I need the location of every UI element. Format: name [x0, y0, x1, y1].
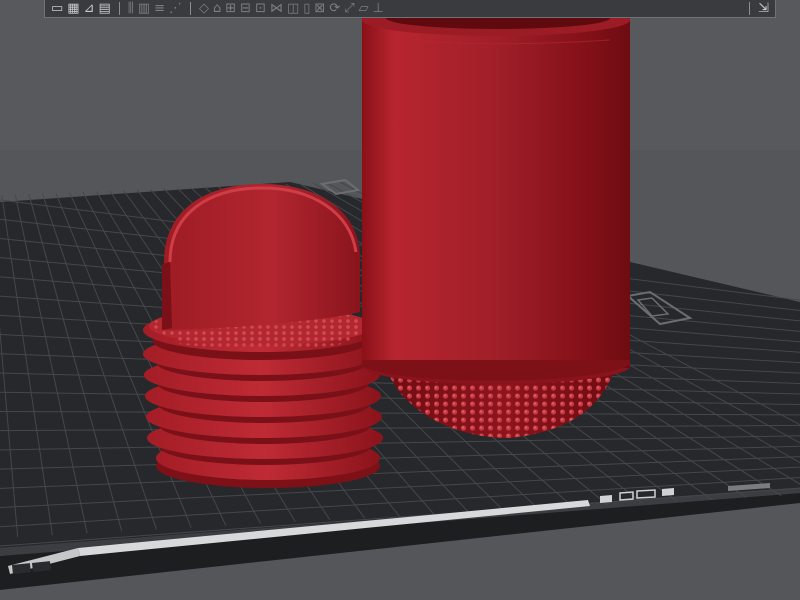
brim-ears-icon[interactable]: ⋈: [270, 1, 283, 17]
collapse-toolbar-icon[interactable]: ⇲: [758, 1, 769, 17]
cut-icon[interactable]: ⫼: [128, 1, 134, 17]
3d-viewport[interactable]: [0, 0, 800, 600]
move-icon[interactable]: ⤢: [344, 1, 354, 17]
flatten-icon[interactable]: ▱: [359, 1, 369, 17]
threaded-cap[interactable]: [143, 184, 383, 488]
scale-icon[interactable]: ⊠: [314, 1, 325, 17]
capsule-body[interactable]: [362, 4, 630, 438]
add-object-icon[interactable]: ▭: [51, 1, 63, 17]
mesh-boolean-icon[interactable]: ◫: [287, 1, 299, 17]
seam-paint-icon[interactable]: ◇: [199, 1, 209, 17]
layers-icon[interactable]: ≡: [154, 1, 165, 17]
toolbar-separator: [118, 2, 120, 15]
arrange-icon[interactable]: ▦: [67, 1, 79, 17]
drop-icon[interactable]: ⊥: [373, 1, 384, 17]
measure-icon[interactable]: ⊞: [225, 1, 236, 17]
split-objects-icon[interactable]: ▥: [138, 1, 150, 17]
assembly-icon[interactable]: ⊟: [240, 1, 251, 17]
rotate-icon[interactable]: ⟳: [329, 1, 340, 17]
fuzzy-skin-icon[interactable]: ▯: [303, 1, 310, 17]
paint-support-icon[interactable]: ⋰: [169, 1, 182, 17]
top-toolbar: ▭ ▦ ⊿ ▤ ⫼ ▥ ≡ ⋰ ◇ ⌂ ⊞ ⊟ ⊡ ⋈ ◫ ▯ ⊠ ⟳ ⤢ ▱ ⊥ ⇲: [44, 0, 776, 18]
variable-layer-icon[interactable]: ⊡: [255, 1, 266, 17]
orientation-icon[interactable]: ⊿: [84, 1, 95, 17]
text-emboss-icon[interactable]: ⌂: [213, 1, 221, 17]
toolbar-separator: [189, 2, 191, 15]
slice-view-icon[interactable]: ▤: [99, 1, 111, 17]
toolbar-separator: [749, 2, 751, 15]
